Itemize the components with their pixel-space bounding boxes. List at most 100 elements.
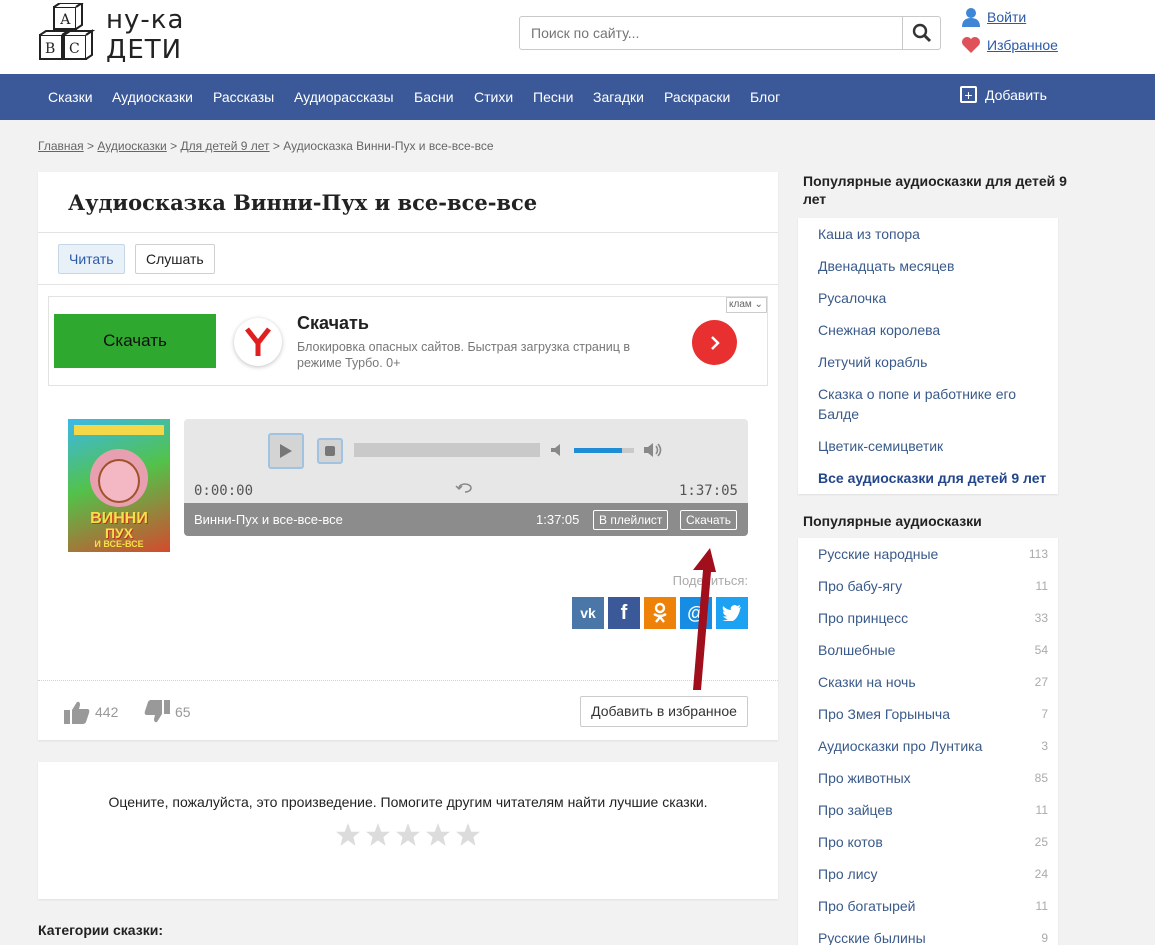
breadcrumb: Главная > Аудиосказки > Для детей 9 лет …: [38, 139, 494, 153]
breadcrumb-home[interactable]: Главная: [38, 139, 84, 153]
add-to-favorites-button[interactable]: Добавить в избранное: [580, 696, 748, 727]
sidebar-category-item[interactable]: Русские народные: [818, 544, 1028, 564]
audio-player: 0:00:00 1:37:05 Винни-Пух и все-все-все …: [184, 419, 748, 536]
nav-item-zagadki[interactable]: Загадки: [593, 89, 644, 105]
logo-letter-a: А: [60, 12, 71, 28]
share-label: Поделиться:: [672, 573, 748, 588]
repeat-icon[interactable]: [455, 481, 475, 495]
sidebar-category-item[interactable]: Про животных: [818, 768, 1028, 788]
nav-item-audiorasskazy[interactable]: Аудиорассказы: [294, 89, 394, 105]
search-button[interactable]: [902, 17, 940, 49]
logo-blocks-icon: А В С: [39, 3, 96, 60]
sidebar-category-item[interactable]: Про зайцев: [818, 800, 1028, 820]
thumbs-down-icon: [144, 700, 170, 723]
star-icon[interactable]: [335, 822, 361, 848]
sidebar-category-item[interactable]: Про принцесс: [818, 608, 1028, 628]
play-button[interactable]: [268, 433, 304, 469]
star-icon[interactable]: [365, 822, 391, 848]
ad-go-button[interactable]: [692, 320, 737, 365]
sidebar-item[interactable]: Русалочка: [818, 288, 1028, 308]
sidebar-item[interactable]: Каша из топора: [818, 224, 1028, 244]
sidebar-category-item[interactable]: Сказки на ночь: [818, 672, 1028, 692]
login-link[interactable]: Войти: [961, 7, 1026, 27]
category-count: 7: [1041, 707, 1048, 721]
download-button[interactable]: Скачать: [680, 510, 737, 530]
add-to-playlist-button[interactable]: В плейлист: [593, 510, 669, 530]
volume-level: [574, 448, 622, 453]
category-count: 11: [1035, 579, 1048, 593]
dislike-button[interactable]: 65: [144, 700, 191, 724]
star-icon[interactable]: [455, 822, 481, 848]
tab-read[interactable]: Читать: [58, 244, 125, 274]
favorites-link[interactable]: Избранное: [961, 36, 1058, 54]
sidebar-item[interactable]: Цветик-семицветик: [818, 436, 1028, 456]
like-button[interactable]: 442: [64, 700, 118, 724]
stop-button[interactable]: [317, 438, 343, 464]
sidebar-item[interactable]: Летучий корабль: [818, 352, 1028, 372]
page-title: Аудиосказка Винни-Пух и все-все-все: [68, 190, 538, 215]
star-icon[interactable]: [425, 822, 451, 848]
ad-label-badge[interactable]: клам ⌄: [726, 297, 767, 313]
nav-item-blog[interactable]: Блог: [750, 89, 780, 105]
sidebar-category-item[interactable]: Про богатырей: [818, 896, 1028, 916]
logo-wordmark: ну-ка ДЕТИ: [106, 5, 184, 65]
nav-item-pesni[interactable]: Песни: [533, 89, 573, 105]
search-input[interactable]: [520, 17, 903, 49]
sidebar-item[interactable]: Сказка о попе и работнике его Балде: [818, 384, 1028, 424]
nav-item-rasskazy[interactable]: Рассказы: [213, 89, 274, 105]
sidebar-age-list: Каша из топора Двенадцать месяцев Русало…: [798, 218, 1058, 494]
nav-item-audioskazki[interactable]: Аудиосказки: [112, 89, 193, 105]
sidebar-item[interactable]: Двенадцать месяцев: [818, 256, 1028, 276]
sidebar-category-item[interactable]: Про лису: [818, 864, 1028, 884]
add-label: Добавить: [985, 86, 1047, 103]
nav-item-stikhi[interactable]: Стихи: [474, 89, 513, 105]
star-icon[interactable]: [395, 822, 421, 848]
sidebar-category-item[interactable]: Волшебные: [818, 640, 1028, 660]
breadcrumb-age[interactable]: Для детей 9 лет: [180, 139, 269, 153]
sidebar-all-link[interactable]: Все аудиосказки для детей 9 лет: [818, 468, 1053, 488]
book-cover-image: ВИННИ ПУХ И ВСЕ-ВСЕ: [68, 419, 170, 552]
volume-slider[interactable]: [574, 448, 634, 453]
facebook-share-button[interactable]: f: [608, 597, 640, 629]
search-box: [519, 16, 941, 50]
cover-banner: [74, 425, 164, 435]
sidebar-category-item[interactable]: Аудиосказки про Лунтика: [818, 736, 1028, 756]
sidebar-category-item[interactable]: Про бабу-ягу: [818, 576, 1028, 596]
add-button[interactable]: + Добавить: [960, 86, 1047, 103]
divider: [38, 284, 778, 285]
twitter-share-button[interactable]: [716, 597, 748, 629]
nav-item-skazki[interactable]: Сказки: [48, 89, 93, 105]
track-duration: 1:37:05: [536, 512, 580, 527]
sidebar-category-item[interactable]: Про Змея Горыныча: [818, 704, 1028, 724]
playlist-row[interactable]: Винни-Пух и все-все-все 1:37:05 В плейли…: [184, 503, 748, 536]
breadcrumb-audioskazki[interactable]: Аудиосказки: [97, 139, 166, 153]
volume-max-icon[interactable]: [643, 442, 663, 458]
nav-item-raskraski[interactable]: Раскраски: [664, 89, 730, 105]
tab-listen[interactable]: Слушать: [135, 244, 215, 274]
heart-icon: [962, 37, 980, 53]
ad-title: Скачать: [297, 313, 369, 333]
progress-bar[interactable]: [354, 443, 540, 457]
sidebar-item[interactable]: Снежная королева: [818, 320, 1028, 340]
ad-description: Блокировка опасных сайтов. Быстрая загру…: [297, 340, 631, 370]
track-title: Винни-Пух и все-все-все: [194, 512, 343, 527]
logo-letter-c: С: [69, 41, 80, 57]
site-logo[interactable]: А В С ну-ка ДЕТИ: [36, 3, 196, 69]
stop-icon: [325, 446, 335, 456]
star-rating: [38, 822, 778, 848]
ad-download-button[interactable]: Скачать: [54, 314, 216, 368]
nav-item-basni[interactable]: Басни: [414, 89, 454, 105]
total-time: 1:37:05: [678, 483, 738, 499]
cover-subtitle: И ВСЕ-ВСЕ: [94, 539, 144, 549]
category-count: 24: [1034, 867, 1048, 881]
vk-share-button[interactable]: vk: [572, 597, 604, 629]
moimir-share-button[interactable]: @: [680, 597, 712, 629]
sidebar-category-item[interactable]: Русские былины: [818, 928, 1028, 945]
rating-card: Оцените, пожалуйста, это произведение. П…: [38, 762, 778, 899]
odnoklassniki-share-button[interactable]: [644, 597, 676, 629]
site-header: А В С ну-ка ДЕТИ Войти Избранное: [0, 0, 1155, 74]
category-count: 11: [1035, 899, 1048, 913]
sidebar-category-item[interactable]: Про котов: [818, 832, 1028, 852]
ad-banner[interactable]: Скачать Скачать Блокировка опасных сайто…: [48, 296, 768, 386]
mute-icon[interactable]: [550, 443, 566, 457]
